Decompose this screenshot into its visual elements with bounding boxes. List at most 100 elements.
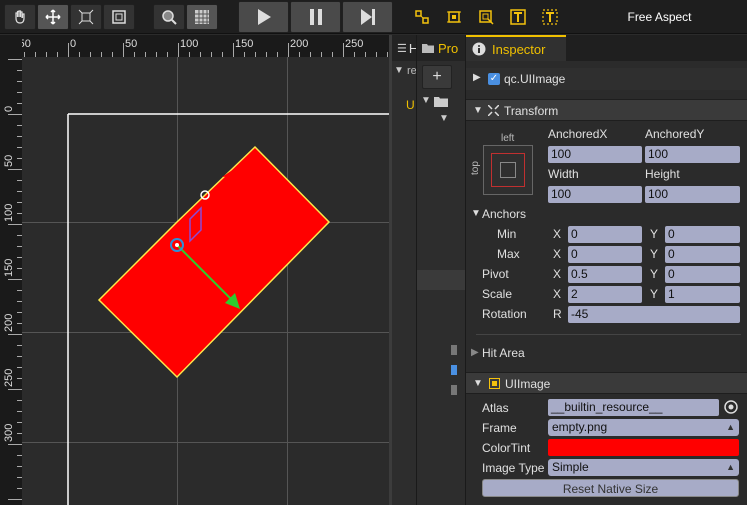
ruler-top-label: 150 bbox=[235, 38, 253, 50]
width-label: Width bbox=[548, 167, 579, 181]
hierarchy-item[interactable]: re bbox=[407, 65, 416, 77]
atlas-label: Atlas bbox=[482, 401, 509, 415]
rotation-field[interactable]: -45 bbox=[568, 306, 740, 323]
color-tint-swatch[interactable] bbox=[548, 439, 739, 456]
uiimage-header[interactable]: ▼ UIImage bbox=[466, 372, 747, 394]
text-box-button[interactable] bbox=[538, 4, 562, 30]
aspect-dropdown[interactable]: Free Aspect bbox=[572, 0, 747, 34]
align-button-1[interactable] bbox=[410, 4, 434, 30]
hierarchy-caret-icon[interactable]: ▼ bbox=[394, 65, 404, 76]
anchored-y-label: AnchoredY bbox=[645, 127, 705, 141]
transform-header[interactable]: ▼ Transform bbox=[466, 99, 747, 121]
divider bbox=[476, 334, 741, 335]
min-x-field[interactable]: 0 bbox=[568, 226, 642, 243]
step-button[interactable] bbox=[342, 1, 393, 33]
scale-y-field[interactable]: 1 bbox=[665, 286, 740, 303]
move-tool-button[interactable] bbox=[37, 4, 69, 30]
frame-label: Frame bbox=[482, 421, 517, 435]
inspector-tab-bar: Inspector bbox=[466, 35, 747, 61]
frame-value: empty.png bbox=[552, 420, 608, 434]
project-folder-icon bbox=[434, 97, 448, 107]
max-x-label: X bbox=[553, 247, 562, 261]
scene-view[interactable]: -50050100150200250 -50050100150200250300 bbox=[0, 35, 389, 505]
align-button-2[interactable] bbox=[442, 4, 466, 30]
frame-select[interactable]: empty.png ▲ bbox=[548, 419, 739, 436]
pivot-center bbox=[175, 243, 179, 247]
anchors-caret-icon[interactable]: ▼ bbox=[471, 208, 481, 219]
anchor-preset-button[interactable] bbox=[483, 145, 533, 195]
play-button[interactable] bbox=[238, 1, 289, 33]
anchored-x-field[interactable]: 100 bbox=[548, 146, 642, 163]
scale-y-label: Y bbox=[650, 287, 659, 301]
folder-icon bbox=[422, 44, 434, 53]
min-y-field[interactable]: 0 bbox=[665, 226, 740, 243]
ruler-top-label: 0 bbox=[70, 38, 76, 50]
uiimage-caret-icon[interactable]: ▼ bbox=[473, 378, 483, 389]
image-type-value: Simple bbox=[552, 460, 589, 474]
max-y-label: Y bbox=[650, 247, 659, 261]
hand-icon bbox=[15, 10, 25, 24]
anchor-preset-left-label: left bbox=[501, 133, 515, 144]
align-icon-1 bbox=[415, 10, 429, 24]
hierarchy-tab-label: H bbox=[409, 41, 416, 56]
hierarchy-panel: ☰ H ▼ re U bbox=[392, 35, 417, 505]
scene-canvas[interactable] bbox=[22, 57, 389, 505]
transform-icon bbox=[488, 105, 499, 116]
grid-button[interactable] bbox=[186, 4, 218, 30]
max-y-field[interactable]: 0 bbox=[665, 246, 740, 263]
play-icon bbox=[257, 9, 271, 25]
align-button-3[interactable] bbox=[474, 4, 498, 30]
anchors-label: Anchors bbox=[482, 207, 527, 221]
transform-caret-icon[interactable]: ▼ bbox=[473, 105, 483, 116]
object-caret-icon[interactable]: ▶ bbox=[473, 72, 481, 83]
zoom-icon bbox=[162, 10, 177, 25]
uiimage-icon bbox=[489, 378, 500, 389]
atlas-picker-icon[interactable] bbox=[724, 400, 738, 414]
rect-icon bbox=[112, 10, 126, 24]
object-active-checkbox[interactable]: ✓ bbox=[488, 73, 500, 85]
project-file-icon bbox=[451, 345, 457, 355]
anchored-y-field[interactable]: 100 bbox=[645, 146, 740, 163]
align-icon-2 bbox=[447, 11, 461, 23]
reset-native-size-button[interactable]: Reset Native Size bbox=[482, 479, 739, 497]
width-field[interactable]: 100 bbox=[548, 186, 642, 203]
ruler-corner bbox=[0, 35, 22, 57]
move-icon bbox=[45, 9, 61, 25]
hierarchy-item-u[interactable]: U bbox=[406, 98, 415, 112]
pivot-y-field[interactable]: 0 bbox=[665, 266, 740, 283]
ui-image-object[interactable] bbox=[97, 145, 331, 379]
uiimage-title: UIImage bbox=[505, 377, 551, 391]
ruler-left-label: 150 bbox=[3, 259, 15, 277]
project-file-icon-2 bbox=[451, 365, 457, 375]
project-tab[interactable]: Pro bbox=[417, 35, 465, 61]
zoom-button[interactable] bbox=[153, 4, 185, 30]
hierarchy-tab[interactable]: ☰ H bbox=[392, 35, 416, 61]
project-caret-icon[interactable]: ▼ bbox=[421, 95, 431, 106]
rect-tool-button[interactable] bbox=[103, 4, 135, 30]
project-row-selected[interactable] bbox=[417, 270, 465, 290]
atlas-field[interactable]: __builtin_resource__ bbox=[548, 399, 719, 416]
inspector-tab[interactable]: Inspector bbox=[466, 35, 566, 61]
text-box-icon bbox=[542, 9, 558, 25]
frame-chevron-icon: ▲ bbox=[726, 422, 735, 432]
height-field[interactable]: 100 bbox=[645, 186, 740, 203]
hit-area-caret-icon[interactable]: ▶ bbox=[471, 347, 479, 358]
hit-area-label: Hit Area bbox=[482, 346, 525, 360]
scale-x-field[interactable]: 2 bbox=[568, 286, 642, 303]
pause-button[interactable] bbox=[290, 1, 341, 33]
max-x-field[interactable]: 0 bbox=[568, 246, 642, 263]
pivot-y-label: Y bbox=[650, 267, 659, 281]
object-header: ▶ ✓ qc.UIImage bbox=[466, 68, 747, 90]
pivot-x-field[interactable]: 0.5 bbox=[568, 266, 642, 283]
text-button[interactable] bbox=[506, 4, 530, 30]
image-type-select[interactable]: Simple ▲ bbox=[548, 459, 739, 476]
project-panel: Pro + ▼ ▼ bbox=[417, 35, 466, 505]
scale-tool-button[interactable] bbox=[70, 4, 102, 30]
project-add-button[interactable]: + bbox=[422, 65, 452, 89]
hand-tool-button[interactable] bbox=[4, 4, 36, 30]
ruler-top-label: 100 bbox=[180, 38, 198, 50]
image-type-chevron-icon: ▲ bbox=[726, 462, 735, 472]
pause-icon bbox=[309, 9, 322, 25]
project-subcaret-icon[interactable]: ▼ bbox=[439, 113, 449, 124]
ruler-left-label: 50 bbox=[3, 155, 15, 167]
